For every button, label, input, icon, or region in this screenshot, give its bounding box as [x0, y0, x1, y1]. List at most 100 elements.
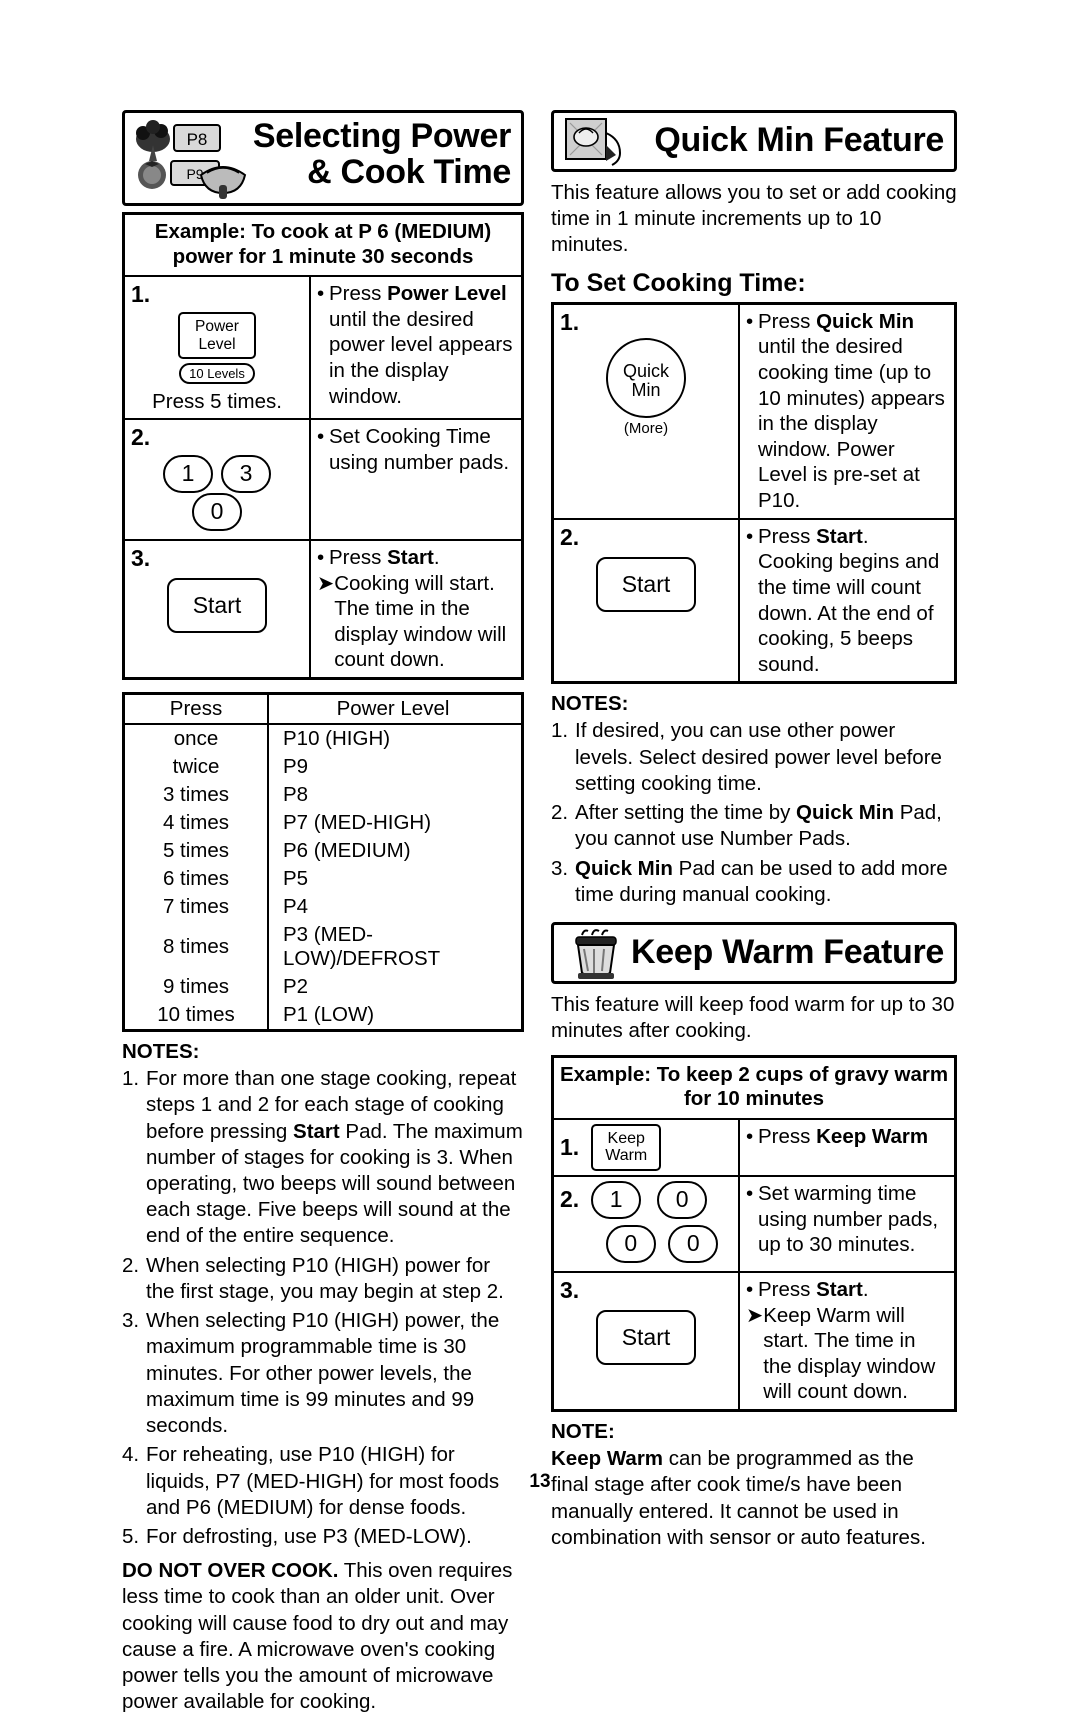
example-header-row: Example: To cook at P 6 (MEDIUM) power f…	[122, 212, 524, 278]
do-not-overcook-warning: DO NOT OVER COOK. This oven requires les…	[122, 1558, 524, 1715]
power-level-value: P2	[267, 973, 524, 1002]
manual-page: P8 P9 Selecting Power & Cook Time Exampl…	[0, 0, 1080, 1713]
power-level-button-label-line2: Level	[198, 335, 236, 353]
power-level-button[interactable]: Power Level	[178, 312, 256, 359]
keep-warm-button-label-line2: Warm	[605, 1147, 648, 1165]
note-text: When selecting P10 (HIGH) power, the max…	[146, 1309, 500, 1438]
number-pad-1[interactable]: 1	[591, 1180, 642, 1219]
quick-min-more-label: (More)	[623, 419, 669, 437]
page-number: 13	[529, 1471, 551, 1492]
step-number-3: 3.	[131, 544, 151, 571]
list-item: 3. When selecting P10 (HIGH) power, the …	[122, 1308, 524, 1439]
note-text: For defrosting, use P3 (MED-LOW).	[146, 1525, 472, 1549]
table-row: 6 times P5	[122, 865, 524, 894]
right-column: Quick Min Feature This feature allows yo…	[551, 110, 957, 1551]
note-number: 1.	[122, 1067, 140, 1091]
note-number: 3.	[551, 856, 569, 880]
power-level-header-press: Press	[122, 692, 269, 726]
keep-warm-intro: This feature will keep food warm for up …	[551, 993, 955, 1043]
quick-min-banner: Quick Min Feature	[551, 110, 957, 172]
power-level-button-label-line1: Power	[195, 318, 239, 336]
list-item: 5. For defrosting, use P3 (MED-LOW).	[122, 1524, 524, 1550]
bullet-1: • Press Keep Warm	[746, 1124, 948, 1150]
start-button[interactable]: Start	[166, 577, 268, 633]
number-pad-0[interactable]: 0	[192, 492, 242, 531]
quick-min-row-2: 2. Start • Press Start. Cooking begins a…	[551, 517, 957, 684]
bullet-dot: •	[746, 1181, 754, 1205]
list-item: 3. Quick Min Pad can be used to add more…	[551, 856, 957, 908]
keep-warm-row-1: 1. Keep Warm • Press Keep Warm	[551, 1117, 957, 1177]
bullet-2-text: Set Cooking Time using number pads.	[329, 424, 510, 474]
press-count: once	[122, 724, 269, 754]
example-row-1-button-cell: 1. Power Level 10 Levels Press 5 times.	[122, 275, 311, 420]
quick-min-row-2-text-cell: • Press Start. Cooking begins and the ti…	[738, 517, 957, 684]
note-text: For more than one stage cooking, repeat …	[146, 1067, 523, 1248]
bullet-3: • Press Start.	[746, 1277, 948, 1303]
press-count: 10 times	[122, 1001, 269, 1031]
bullet-1-text: Press Power Level until the desired powe…	[329, 282, 513, 408]
list-item: 2. When selecting P10 (HIGH) power for t…	[122, 1253, 524, 1305]
keep-warm-row-2-text-cell: • Set warming time using number pads, up…	[738, 1174, 957, 1273]
quick-min-notes-list: 1. If desired, you can use other power l…	[551, 718, 957, 908]
step-number-2: 2.	[560, 523, 580, 550]
number-pad-0-a[interactable]: 0	[657, 1180, 708, 1219]
quick-min-button-label-line1: Quick	[622, 360, 669, 381]
power-level-value: P7 (MED-HIGH)	[267, 809, 524, 838]
arrow-line-3: ➤ Cooking will start. The time in the di…	[317, 571, 515, 674]
bullet-1: • Press Power Level until the desired po…	[317, 281, 515, 409]
start-button[interactable]: Start	[595, 1309, 697, 1365]
press-count: 4 times	[122, 809, 269, 838]
number-pad-0-b[interactable]: 0	[605, 1224, 656, 1263]
svg-text:P8: P8	[187, 130, 208, 149]
press-count: 6 times	[122, 865, 269, 894]
keep-warm-row-1-button-cell: 1. Keep Warm	[551, 1117, 740, 1177]
note-text: When selecting P10 (HIGH) power for the …	[146, 1253, 504, 1303]
warning-bold: DO NOT OVER COOK.	[122, 1559, 339, 1583]
bullet-dot: •	[317, 282, 325, 306]
table-row: 3 times P8	[122, 781, 524, 810]
example-row-2-text-cell: • Set Cooking Time using number pads.	[309, 417, 524, 541]
keep-warm-banner: Keep Warm Feature	[551, 922, 957, 985]
bullet-1-text: Press Keep Warm	[758, 1124, 929, 1148]
arrow-icon: ➤	[317, 571, 335, 595]
keep-warm-header-line2: for 10 minutes	[683, 1087, 825, 1111]
table-row: twice P9	[122, 753, 524, 782]
list-item: 2. After setting the time by Quick Min P…	[551, 800, 957, 852]
quick-min-notes-title: NOTES:	[551, 692, 629, 716]
press-five-times-note: Press 5 times.	[152, 389, 282, 413]
example-row-3-text-cell: • Press Start. ➤ Cooking will start. The…	[309, 538, 524, 680]
bullet-2: • Set Cooking Time using number pads.	[317, 424, 515, 475]
number-pad-1[interactable]: 1	[163, 454, 213, 493]
keep-warm-button[interactable]: Keep Warm	[591, 1123, 662, 1171]
keep-warm-button-label-line1: Keep	[607, 1129, 645, 1147]
power-level-header-row: Press Power Level	[122, 692, 524, 726]
press-count: 3 times	[122, 781, 269, 810]
keep-warm-row-2: 2. 1 0 0 0 • Set warming time using numb…	[551, 1174, 957, 1273]
bullet-3-text: Press Start.	[329, 545, 440, 569]
number-pad-3[interactable]: 3	[221, 454, 271, 493]
bullet-2-text: Press Start. Cooking begins and the time…	[758, 524, 940, 676]
keep-warm-row-2-button-cell: 2. 1 0 0 0	[551, 1174, 740, 1273]
quick-min-button[interactable]: Quick Min	[606, 337, 686, 418]
arrow-text-3: Cooking will start. The time in the disp…	[334, 571, 507, 672]
bullet-dot: •	[746, 1277, 754, 1301]
example-row-3: 3. Start • Press Start. ➤ Cooking will s…	[122, 538, 524, 680]
left-notes-title: NOTES:	[122, 1040, 200, 1064]
keep-warm-row-3: 3. Start • Press Start. ➤ Keep Warm will…	[551, 1270, 957, 1412]
note-text: If desired, you can use other power leve…	[575, 719, 942, 795]
power-level-value: P5	[267, 865, 524, 894]
power-level-body: once P10 (HIGH) twice P9 3 times P8 4 times…	[122, 724, 524, 1031]
example-header-line2: power for 1 minute 30 seconds	[172, 244, 474, 268]
step-number-2: 2.	[131, 423, 151, 450]
quick-min-intro: This feature allows you to set or add co…	[551, 181, 957, 257]
number-pad-0-c[interactable]: 0	[668, 1224, 719, 1263]
bullet-2: • Press Start. Cooking begins and the ti…	[746, 524, 948, 678]
bullet-dot: •	[746, 309, 754, 333]
cook-example-table: Example: To cook at P 6 (MEDIUM) power f…	[122, 212, 524, 681]
bullet-dot: •	[746, 524, 754, 548]
quick-min-row-1: 1. Quick Min (More) • Press Quick Min un…	[551, 302, 957, 520]
start-button[interactable]: Start	[595, 556, 697, 612]
power-level-value: P6 (MEDIUM)	[267, 837, 524, 866]
quick-min-illustration-icon	[562, 115, 634, 173]
quick-min-row-2-button-cell: 2. Start	[551, 517, 740, 684]
